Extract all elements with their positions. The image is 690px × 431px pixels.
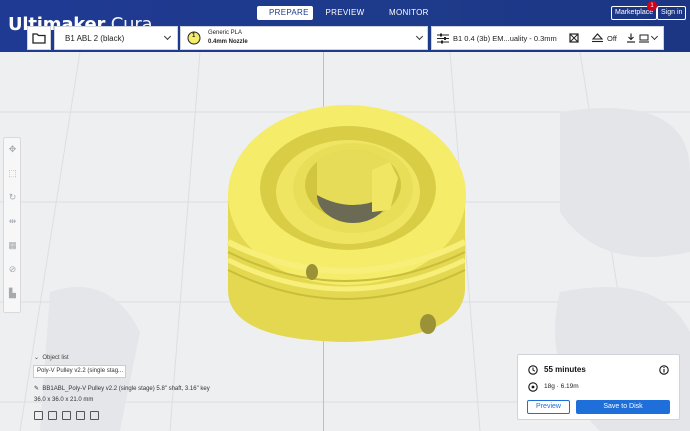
rotate-icon[interactable]: ↻ — [7, 192, 18, 203]
material-name: Generic PLA — [208, 30, 243, 36]
save-to-disk-button[interactable]: Save to Disk — [576, 400, 670, 414]
view-top-icon[interactable] — [62, 411, 71, 420]
view-left-icon[interactable] — [76, 411, 85, 420]
move-icon[interactable]: ✥ — [7, 144, 18, 155]
camera-view-buttons — [34, 411, 99, 420]
tool-palette: ✥ ⬚ ↻ ⇹ ▦ ⊘ ▙ — [3, 137, 21, 313]
object-file-label: ✎ BB1ABL_Poly-V Pulley v2.2 (single stag… — [34, 386, 210, 392]
download-icon — [627, 33, 635, 43]
print-time: 55 minutes — [544, 365, 586, 374]
chevron-down-icon — [415, 32, 424, 41]
print-settings-selector[interactable]: B1 0.4 (3b) EM...uality - 0.3mm Off — [431, 26, 664, 50]
printer-name: B1 ABL 2 (black) — [65, 34, 125, 43]
layer-icon[interactable]: ▙ — [7, 288, 18, 299]
signin-button[interactable]: Sign in — [657, 6, 687, 20]
adhesion-icon — [639, 34, 649, 43]
tab-monitor[interactable]: MONITOR — [377, 6, 437, 20]
object-dimensions: 36.0 x 36.0 x 21.0 mm — [34, 397, 94, 403]
extruder-number: 1 — [192, 33, 196, 39]
clock-icon — [528, 365, 538, 375]
nozzle-size: 0.4mm Nozzle — [208, 39, 248, 45]
tab-prepare[interactable]: PREPARE — [257, 6, 313, 20]
object-list-toggle[interactable]: ⌄ Object list — [34, 354, 69, 361]
print-summary-panel: 55 minutes 18g · 6.19m Preview Save to D… — [517, 354, 680, 420]
tab-preview[interactable]: PREVIEW — [313, 6, 377, 20]
mirror-icon[interactable]: ⇹ — [7, 216, 18, 227]
pulley-model[interactable] — [220, 100, 480, 350]
marketplace-notification-badge: 1 — [647, 1, 657, 11]
support-icon — [569, 33, 579, 43]
chevron-down-icon — [650, 32, 659, 41]
view-3d-icon[interactable] — [34, 411, 43, 420]
object-name-field[interactable]: Poly-V Pulley v2.2 (single stag... — [33, 365, 126, 378]
support-state: Off — [607, 34, 617, 43]
view-right-icon[interactable] — [90, 411, 99, 420]
printer-selector[interactable]: B1 ABL 2 (black) — [54, 26, 178, 50]
spool-icon — [528, 382, 538, 392]
adhesion-icon — [592, 33, 603, 43]
settings-sliders-icon — [437, 33, 449, 44]
open-file-button[interactable] — [27, 26, 51, 50]
preview-button[interactable]: Preview — [527, 400, 570, 414]
scale-icon[interactable]: ⬚ — [7, 168, 18, 179]
view-front-icon[interactable] — [48, 411, 57, 420]
material-usage: 18g · 6.19m — [544, 383, 579, 390]
print-profile: B1 0.4 (3b) EM...uality - 0.3mm — [453, 34, 557, 43]
chevron-down-icon — [163, 32, 172, 41]
folder-icon — [32, 33, 46, 44]
material-selector[interactable]: 1 Generic PLA 0.4mm Nozzle — [180, 26, 428, 50]
stage-tabs: PREPARE PREVIEW MONITOR — [257, 6, 437, 20]
per-model-settings-icon[interactable]: ▦ — [7, 240, 18, 251]
support-blocker-icon[interactable]: ⊘ — [7, 264, 18, 275]
info-icon[interactable] — [659, 365, 669, 375]
